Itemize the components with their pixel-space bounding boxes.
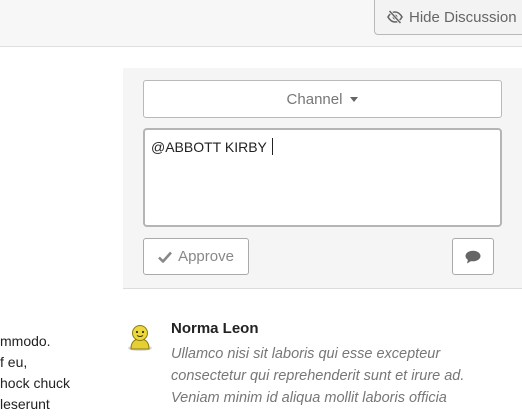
channel-dropdown-label: Channel: [286, 90, 343, 108]
composer-divider: [123, 288, 522, 289]
left-text-line: leserunt: [0, 396, 50, 412]
hide-discussion-label: Hide Discussion: [409, 8, 517, 26]
comment-icon: [465, 250, 481, 263]
approve-label: Approve: [178, 248, 234, 265]
discussion-toolbar: Hide Discussion: [0, 0, 522, 47]
comment-body-line: Ullamco nisi sit laboris qui esse except…: [171, 346, 441, 362]
caret-down-icon: [350, 96, 359, 102]
channel-dropdown[interactable]: Channel: [143, 80, 502, 118]
left-text-line: mmodo.: [0, 333, 51, 349]
comment-author[interactable]: Norma Leon: [171, 320, 259, 337]
left-text-line: hock chuck: [0, 375, 71, 391]
hide-discussion-button[interactable]: Hide Discussion: [374, 0, 522, 35]
comment-body: Ullamco nisi sit laboris qui esse except…: [171, 343, 522, 409]
comment-editor[interactable]: @ABBOTT KIRBY: [143, 128, 502, 227]
left-column-text: mmodo. f eu, hock chuck leserunt: [0, 331, 110, 415]
comment-body-line: consectetur qui reprehenderit sunt et ir…: [171, 368, 465, 384]
user-avatar-icon: [128, 325, 152, 351]
comment-editor-text: @ABBOTT KIRBY: [151, 139, 267, 155]
post-comment-button[interactable]: [452, 238, 494, 275]
text-cursor: [271, 138, 273, 155]
check-icon: [158, 251, 173, 263]
approve-button[interactable]: Approve: [143, 238, 249, 275]
eye-slash-icon: [387, 9, 403, 25]
left-text-line: f eu,: [0, 354, 28, 370]
comment-body-line: Veniam minim id aliqua mollit laboris of…: [171, 390, 447, 406]
